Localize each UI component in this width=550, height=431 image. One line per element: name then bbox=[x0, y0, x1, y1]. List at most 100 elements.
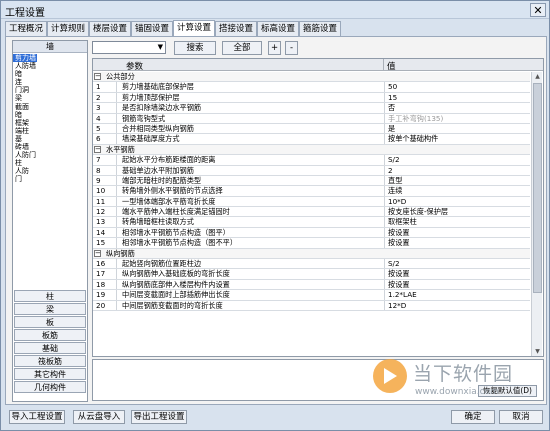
param-value[interactable]: 按单个基础构件 bbox=[384, 134, 530, 144]
table-row[interactable]: 13 转角墙暗框柱读取方式 取框架柱 bbox=[93, 217, 530, 228]
param-value[interactable]: 按支座长度-保护层 bbox=[384, 207, 530, 217]
expand-button[interactable]: + bbox=[268, 41, 281, 55]
table-row[interactable]: 12 端水平筋伸入端柱长度满足锚固时 按支座长度-保护层 bbox=[93, 207, 530, 218]
table-row[interactable]: 9 端部无暗柱时的配筋类型 直型 bbox=[93, 175, 530, 187]
param-value[interactable]: 1.2*LAE bbox=[384, 290, 530, 300]
table-row[interactable]: 11 一型墙体端部水平筋弯折长度 10*D bbox=[93, 196, 530, 208]
cancel-button[interactable]: 取消 bbox=[499, 410, 543, 424]
param-value[interactable]: 取框架柱 bbox=[384, 217, 530, 227]
group-row[interactable]: − 水平钢筋 bbox=[93, 144, 530, 156]
scrollbar-thumb[interactable] bbox=[533, 83, 542, 293]
category-button-raft-rebar[interactable]: 筏板筋 bbox=[14, 355, 86, 367]
tab-floor-settings[interactable]: 楼层设置 bbox=[89, 21, 131, 36]
param-value[interactable]: 按设置 bbox=[384, 238, 530, 248]
table-row[interactable]: 5 合并相同类型纵向钢筋 是 bbox=[93, 123, 530, 135]
param-value[interactable]: 否 bbox=[384, 103, 530, 113]
tab-anchor-settings[interactable]: 锚固设置 bbox=[131, 21, 173, 36]
table-row[interactable]: 20 中间层钢筋变截面时的弯折长度 12*D bbox=[93, 300, 530, 311]
list-item[interactable]: 人防 bbox=[13, 167, 87, 175]
show-all-button[interactable]: 全部 bbox=[222, 41, 262, 55]
watermark-url: www.downxia.com bbox=[415, 387, 499, 397]
tab-elevation-settings[interactable]: 标高设置 bbox=[257, 21, 299, 36]
list-item[interactable]: 门洞 bbox=[13, 86, 87, 94]
group-row[interactable]: − 纵向钢筋 bbox=[93, 248, 530, 260]
row-number: 8 bbox=[93, 165, 117, 175]
list-item[interactable]: 剪力墙 bbox=[13, 54, 37, 63]
ok-button[interactable]: 确定 bbox=[451, 410, 495, 424]
category-button-column[interactable]: 柱 bbox=[14, 290, 86, 302]
param-value[interactable]: 10*D bbox=[384, 196, 530, 207]
param-name: 剪力墙基础底部保护层 bbox=[122, 82, 194, 92]
category-button-beam[interactable]: 梁 bbox=[14, 303, 86, 315]
list-item[interactable]: 梁 bbox=[13, 94, 87, 102]
table-row[interactable]: 4 钢筋弯钩型式 手工补弯钩(135) bbox=[93, 113, 530, 124]
close-button[interactable]: ✕ bbox=[530, 3, 546, 17]
param-value[interactable]: 按设置 bbox=[384, 279, 530, 290]
param-value[interactable]: S/2 bbox=[384, 259, 530, 269]
param-value[interactable]: 手工补弯钩(135) bbox=[384, 113, 530, 123]
search-dropdown[interactable]: ▼ bbox=[92, 41, 166, 54]
category-button-foundation[interactable]: 基础 bbox=[14, 342, 86, 354]
grid-header: 参数 值 bbox=[93, 59, 543, 72]
category-button-slab-rebar[interactable]: 板筋 bbox=[14, 329, 86, 341]
param-value[interactable]: 按设置 bbox=[384, 269, 530, 279]
list-item[interactable]: 人防门 bbox=[13, 151, 87, 159]
table-row[interactable]: 7 起始水平分布筋距楼面的距离 S/2 bbox=[93, 155, 530, 166]
param-value[interactable]: 2 bbox=[384, 165, 530, 175]
scroll-down-icon[interactable]: ▼ bbox=[532, 347, 543, 356]
list-item[interactable]: 暗 bbox=[13, 111, 87, 119]
tab-overview[interactable]: 工程概况 bbox=[5, 21, 47, 36]
list-item[interactable]: 框架 bbox=[13, 119, 87, 127]
tab-stirrup-settings[interactable]: 箍筋设置 bbox=[299, 21, 341, 36]
list-item[interactable]: 端柱 bbox=[13, 127, 87, 135]
param-value[interactable]: 50 bbox=[384, 82, 530, 92]
cloud-import-button[interactable]: 从云盘导入 bbox=[73, 410, 125, 424]
tab-lap-settings[interactable]: 搭接设置 bbox=[215, 21, 257, 36]
category-button-geometry[interactable]: 几何构件 bbox=[14, 381, 86, 393]
table-row[interactable]: 2 剪力墙顶部保护层 15 bbox=[93, 92, 530, 104]
component-tree-pane: 墙 剪力墙 人防墙 暗 连 门洞 梁 截面 暗 框架 端柱 基 砖墙 人防门 柱… bbox=[12, 40, 88, 402]
table-row[interactable]: 14 相邻墙水平钢筋节点构造（图平） 按设置 bbox=[93, 227, 530, 239]
table-row[interactable]: 10 转角墙外侧水平钢筋的节点选择 连续 bbox=[93, 186, 530, 197]
table-row[interactable]: 18 纵向钢筋底部伸入楼层构件内设置 按设置 bbox=[93, 279, 530, 291]
collapse-icon[interactable]: − bbox=[94, 73, 101, 80]
table-row[interactable]: 6 墙梁基础厚度方式 按单个基础构件 bbox=[93, 134, 530, 145]
list-item[interactable]: 暗 bbox=[13, 70, 87, 78]
param-value[interactable]: 是 bbox=[384, 123, 530, 134]
list-item[interactable]: 截面 bbox=[13, 103, 87, 111]
collapse-icon[interactable]: − bbox=[94, 249, 101, 257]
collapse-icon[interactable]: − bbox=[94, 145, 101, 153]
list-item[interactable]: 人防墙 bbox=[13, 62, 87, 70]
scroll-up-icon[interactable]: ▲ bbox=[532, 72, 543, 82]
table-row[interactable]: 17 纵向钢筋伸入基础底板的弯折长度 按设置 bbox=[93, 269, 530, 280]
export-settings-button[interactable]: 导出工程设置 bbox=[131, 410, 187, 424]
table-row[interactable]: 1 剪力墙基础底部保护层 50 bbox=[93, 82, 530, 93]
list-item[interactable]: 门 bbox=[13, 175, 87, 183]
search-button[interactable]: 搜索 bbox=[174, 41, 216, 55]
param-value[interactable]: 直型 bbox=[384, 175, 530, 186]
table-row[interactable]: 3 是否扣除墙梁边水平钢筋 否 bbox=[93, 103, 530, 114]
tab-calc-rules[interactable]: 计算规则 bbox=[47, 21, 89, 36]
param-value[interactable]: 连续 bbox=[384, 186, 530, 196]
table-row[interactable]: 15 相邻墙水平钢筋节点构造（图不平） 按设置 bbox=[93, 238, 530, 249]
list-item[interactable]: 砖墙 bbox=[13, 143, 87, 151]
category-button-slab[interactable]: 板 bbox=[14, 316, 86, 328]
list-item[interactable]: 连 bbox=[13, 78, 87, 86]
group-row[interactable]: − 公共部分 bbox=[93, 72, 530, 83]
table-row[interactable]: 19 中间层变截面时上部插筋伸出长度 1.2*LAE bbox=[93, 290, 530, 301]
vertical-scrollbar[interactable]: ▲ ▼ bbox=[531, 72, 543, 356]
param-value[interactable]: 按设置 bbox=[384, 227, 530, 238]
table-row[interactable]: 16 起始竖向钢筋位置距柱边 S/2 bbox=[93, 259, 530, 270]
component-category-header[interactable]: 墙 bbox=[13, 41, 87, 53]
list-item[interactable]: 柱 bbox=[13, 159, 87, 167]
table-row[interactable]: 8 基础单边水平附加钢筋 2 bbox=[93, 165, 530, 176]
param-value[interactable]: S/2 bbox=[384, 155, 530, 165]
category-button-other[interactable]: 其它构件 bbox=[14, 368, 86, 380]
import-settings-button[interactable]: 导入工程设置 bbox=[9, 410, 65, 424]
collapse-button[interactable]: - bbox=[285, 41, 298, 55]
list-item[interactable]: 基 bbox=[13, 135, 87, 143]
param-value[interactable]: 12*D bbox=[384, 300, 530, 310]
param-name: 端部无暗柱时的配筋类型 bbox=[122, 175, 202, 185]
param-value[interactable]: 15 bbox=[384, 92, 530, 103]
tab-calc-settings[interactable]: 计算设置 bbox=[173, 20, 215, 36]
